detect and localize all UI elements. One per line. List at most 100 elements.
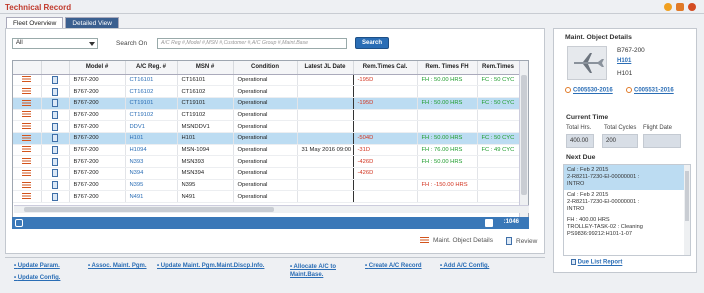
current-time-title: Current Time — [566, 114, 609, 121]
cell-reg-link[interactable]: CT16101 — [125, 74, 178, 87]
table-row[interactable]: B767-200 N395 N395 Operational FH : -150… — [13, 179, 520, 192]
update-maint-pgm-link[interactable]: Update Maint. Pgm.Maint.Discp.Info. — [157, 263, 265, 269]
update-config-link[interactable]: Update Config. — [14, 275, 61, 281]
scroll-thumb[interactable] — [24, 207, 274, 212]
cell-reg-link[interactable]: N393 — [125, 155, 178, 168]
next-due-line: INTRO — [567, 181, 585, 187]
cell-rem-cal — [353, 190, 418, 204]
document-icon[interactable] — [52, 181, 58, 190]
tab-detailed-view[interactable]: Detailed View — [65, 17, 119, 28]
cell-reg-link[interactable]: N394 — [125, 167, 178, 180]
help-icon[interactable] — [688, 3, 696, 11]
table-row[interactable]: B767-200 N394 MSN394 Operational -426D — [13, 167, 520, 180]
next-due-item[interactable]: FH : 400.00 HRS TROLLEY-TASK-02 : Cleani… — [564, 215, 690, 240]
document-icon[interactable] — [52, 122, 58, 131]
document-icon[interactable] — [52, 87, 58, 96]
refresh-icon[interactable] — [664, 3, 672, 11]
document-icon[interactable] — [52, 99, 58, 108]
cell-jl-date — [297, 132, 354, 145]
list-lines-icon[interactable] — [22, 169, 32, 177]
document-icon[interactable] — [52, 145, 58, 154]
cell-reg-link[interactable]: CT19102 — [125, 109, 178, 122]
scroll-thumb[interactable] — [685, 171, 689, 221]
update-param-link[interactable]: Update Param. — [14, 263, 60, 269]
assoc-maint-pgm-link[interactable]: Assoc. Maint. Pgm. — [88, 263, 147, 269]
work-order-link-1[interactable]: C005530-2016 — [565, 87, 613, 94]
document-icon[interactable] — [52, 110, 58, 119]
cell-reg-link[interactable]: H1094 — [125, 144, 178, 157]
next-due-item[interactable]: Cal : Feb 2 2015 2-R8211-7230-EI-0000000… — [564, 190, 690, 215]
column-header-msn[interactable]: MSN # — [177, 61, 234, 75]
due-list-report-link[interactable]: Due List Report — [571, 259, 622, 266]
link-icon — [565, 87, 571, 93]
top-toolbar — [664, 3, 696, 11]
search-button[interactable]: Search — [355, 37, 389, 49]
column-header-model[interactable]: Model # — [69, 61, 126, 75]
cell-reg-link[interactable]: N491 — [125, 190, 178, 204]
list-lines-icon[interactable] — [22, 111, 32, 119]
details-reg-link[interactable]: H101 — [617, 58, 631, 64]
chevron-down-icon — [89, 42, 95, 46]
grid-horizontal-scrollbar[interactable] — [14, 205, 529, 213]
column-header-condition[interactable]: Condition — [233, 61, 298, 75]
details-msn: H101 — [617, 70, 633, 77]
cell-reg-link[interactable]: CT19101 — [125, 97, 178, 110]
filter-select[interactable]: All — [12, 38, 98, 49]
table-row[interactable]: B767-200 H101 H101 Operational -504D FH … — [13, 132, 520, 145]
maint-object-details-link[interactable]: Maint. Object Details — [420, 237, 493, 244]
list-lines-icon[interactable] — [22, 123, 32, 131]
list-lines-icon[interactable] — [22, 134, 32, 142]
tab-fleet-overview[interactable]: Fleet Overview — [6, 17, 64, 28]
allocate-ac-link[interactable]: Allocate A/C to Maint.Base. — [290, 263, 352, 279]
next-due-line: Cal : Feb 2 2015 — [567, 167, 609, 173]
list-lines-icon[interactable] — [22, 99, 32, 107]
total-cycles-field[interactable]: 200 — [602, 134, 638, 148]
cell-jl-date — [297, 97, 354, 110]
total-hrs-field[interactable]: 400.00 — [566, 134, 594, 148]
page-icon[interactable] — [485, 219, 493, 227]
table-row[interactable]: B767-200 DDV1 MSNDDV1 Operational — [13, 120, 520, 133]
table-row[interactable]: B767-200 CT16101 CT16101 Operational -19… — [13, 74, 520, 87]
document-icon[interactable] — [52, 169, 58, 178]
list-lines-icon[interactable] — [22, 146, 32, 154]
scroll-thumb[interactable] — [521, 75, 527, 195]
list-lines-icon[interactable] — [22, 158, 32, 166]
document-icon[interactable] — [52, 192, 58, 201]
review-link[interactable]: Review — [506, 237, 537, 245]
add-ac-config-link[interactable]: Add A/C Config. — [440, 263, 490, 269]
next-due-scrollbar[interactable] — [684, 165, 690, 255]
table-row[interactable]: B767-200 CT16102 CT16102 Operational — [13, 85, 520, 98]
users-icon[interactable] — [676, 3, 684, 11]
flight-date-field[interactable] — [643, 134, 681, 148]
work-order-link-2[interactable]: C005531-2016 — [626, 87, 674, 94]
list-lines-icon[interactable] — [22, 193, 32, 201]
cell-reg-link[interactable]: DDV1 — [125, 120, 178, 133]
table-row[interactable]: B767-200 N491 N491 Operational — [13, 190, 520, 204]
document-icon[interactable] — [52, 134, 58, 143]
document-icon[interactable] — [52, 157, 58, 166]
list-lines-icon[interactable] — [22, 181, 32, 189]
column-header-rem-times[interactable]: Rem.Times — [477, 61, 520, 75]
cell-rem-fh: FH : 76.00 HRS — [417, 144, 478, 157]
next-due-item[interactable]: Cal : Feb 2 2015 2-R8211-7230-EI-0000000… — [564, 165, 690, 190]
table-row[interactable]: B767-200 CT19101 CT19101 Operational -19… — [13, 97, 520, 110]
create-ac-record-link[interactable]: Create A/C Record — [365, 263, 422, 269]
bottom-divider — [5, 257, 545, 258]
table-row[interactable]: B767-200 H1094 MSN-1094 Operational 31 M… — [13, 144, 520, 157]
column-header-jl-date[interactable]: Latest JL Date — [297, 61, 354, 75]
table-row[interactable]: B767-200 N393 MSN393 Operational -426D F… — [13, 155, 520, 168]
column-header-reg[interactable]: A/C Reg. # — [125, 61, 178, 75]
column-header-rem-cal[interactable]: Rem.Times Cal. — [353, 61, 418, 75]
cell-reg-link[interactable]: CT16102 — [125, 85, 178, 98]
cell-reg-link[interactable]: N395 — [125, 179, 178, 192]
document-icon[interactable] — [52, 75, 58, 84]
grid-vertical-scrollbar[interactable] — [519, 61, 528, 217]
list-lines-icon[interactable] — [22, 88, 32, 96]
cell-rem-fh: FH : 50.00 HRS — [417, 74, 478, 87]
cell-reg-link[interactable]: H101 — [125, 132, 178, 145]
column-header-rem-fh[interactable]: Rem. Times FH — [417, 61, 478, 75]
list-lines-icon[interactable] — [22, 76, 32, 84]
search-input[interactable]: A/C Reg #,Model #,MSN #,Customer #,A/C G… — [157, 38, 347, 49]
grid-refresh-icon[interactable] — [15, 219, 23, 227]
table-row[interactable]: B767-200 CT19102 CT19102 Operational — [13, 109, 520, 122]
